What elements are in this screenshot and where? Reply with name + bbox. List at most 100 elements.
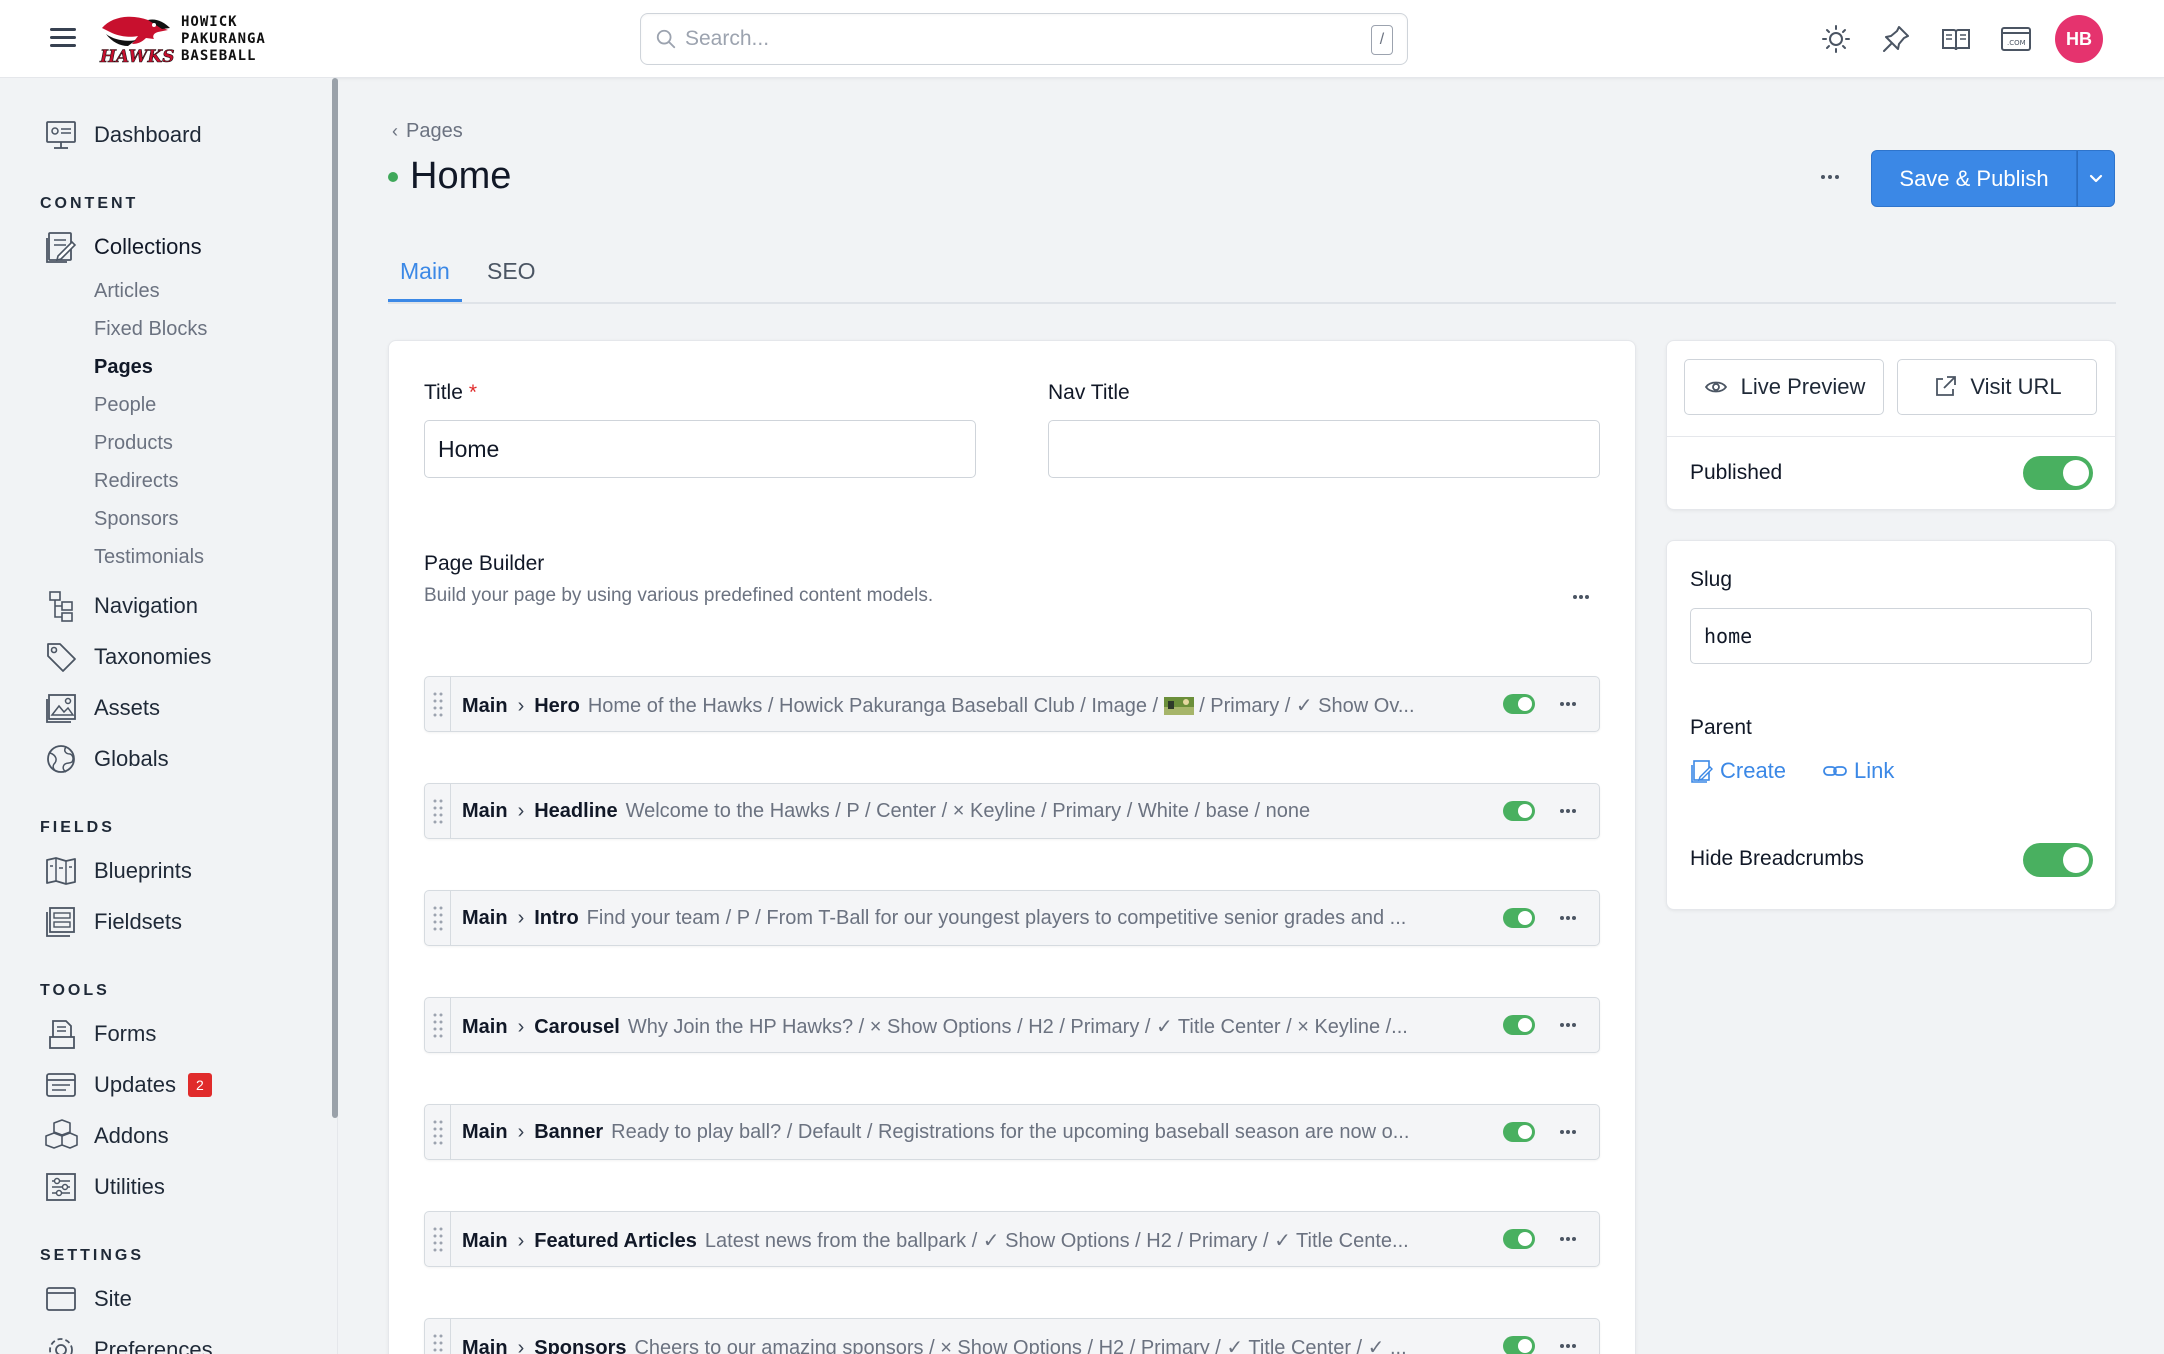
logo-wordmark: HOWICK PAKURANGA BASEBALL <box>181 14 266 64</box>
sidebar-subitem-testimonials[interactable]: Testimonials <box>94 546 204 569</box>
drag-handle-icon[interactable] <box>425 1319 451 1354</box>
more-actions-icon[interactable] <box>1810 160 1850 194</box>
set-more-icon[interactable] <box>1553 1119 1583 1145</box>
sidebar-item-collections[interactable]: Collections <box>44 227 202 267</box>
sidebar-item-blueprints[interactable]: Blueprints <box>44 851 192 891</box>
dashboard-icon <box>46 121 76 149</box>
docs-book-icon[interactable] <box>1939 22 1973 56</box>
section-title-content: CONTENT <box>40 195 139 212</box>
drag-handle-icon[interactable] <box>425 891 451 945</box>
sidebar-item-dashboard[interactable]: Dashboard <box>44 115 202 155</box>
search-input[interactable] <box>685 24 1285 54</box>
set-summary: Main › Banner Ready to play ball? / Default… <box>462 1121 1410 1143</box>
fieldsets-icon <box>46 907 75 937</box>
main-fields-card <box>388 340 1636 1354</box>
sidebar-item-globals[interactable]: Globals <box>44 739 169 779</box>
nav-title-input[interactable] <box>1048 420 1600 478</box>
breadcrumb-pages-link[interactable]: Pages <box>406 120 463 142</box>
set-enabled-toggle[interactable] <box>1503 1015 1535 1035</box>
sidebar-scrollbar[interactable] <box>332 78 338 1118</box>
drag-handle-icon[interactable] <box>425 998 451 1052</box>
published-toggle[interactable] <box>2023 456 2093 490</box>
save-publish-button[interactable]: Save & Publish <box>1871 150 2077 207</box>
required-marker: * <box>468 381 478 404</box>
sidebar-item-forms[interactable]: Forms <box>44 1014 156 1054</box>
updates-count-badge: 2 <box>187 1073 212 1097</box>
page-builder-more-icon[interactable] <box>1566 582 1596 612</box>
sidebar-item-updates[interactable]: Updates 2 <box>44 1065 212 1105</box>
slug-input[interactable] <box>1690 608 2092 664</box>
sidebar-item-preferences[interactable]: Preferences <box>44 1330 213 1354</box>
set-more-icon[interactable] <box>1553 1226 1583 1252</box>
title-input[interactable] <box>424 420 976 478</box>
section-title-settings: SETTINGS <box>40 1247 145 1264</box>
set-enabled-toggle[interactable] <box>1503 1122 1535 1142</box>
set-enabled-toggle[interactable] <box>1503 908 1535 928</box>
sidebar-subitem-people[interactable]: People <box>94 394 156 417</box>
tab-seo[interactable]: SEO <box>475 258 548 302</box>
sidebar-subitem-products[interactable]: Products <box>94 432 173 455</box>
sidebar-subitem-redirects[interactable]: Redirects <box>94 470 178 493</box>
set-summary: Main › Intro Find your team / P / From T-Ba… <box>462 907 1407 929</box>
sidebar-item-label: Fieldsets <box>94 909 183 934</box>
live-preview-button[interactable]: Live Preview <box>1684 359 1884 415</box>
sidebar-item-addons[interactable]: Addons <box>44 1116 169 1156</box>
set-enabled-toggle[interactable] <box>1503 1336 1535 1354</box>
publish-options-dropdown[interactable] <box>2077 150 2115 207</box>
site-com-icon[interactable]: .COM <box>1999 22 2033 56</box>
breadcrumb[interactable]: ‹ Pages <box>392 120 463 143</box>
drag-handle-icon[interactable] <box>425 1105 451 1159</box>
sidebar-item-assets[interactable]: Assets <box>44 688 160 728</box>
set-row-featured-articles[interactable]: Main › Featured Articles Latest news from t… <box>424 1211 1600 1267</box>
hide-breadcrumbs-toggle[interactable] <box>2023 843 2093 877</box>
tab-main[interactable]: Main <box>388 258 462 302</box>
set-more-icon[interactable] <box>1553 798 1583 824</box>
drag-handle-icon[interactable] <box>425 677 451 731</box>
hero-image-thumbnail <box>1163 697 1194 715</box>
set-row-intro[interactable]: Main › Intro Find your team / P / From T-Ba… <box>424 890 1600 946</box>
sidebar-item-label: Collections <box>94 234 202 259</box>
menu-toggle-icon[interactable] <box>50 28 76 50</box>
sidebar-item-navigation[interactable]: Navigation <box>44 586 198 626</box>
sidebar-subitem-sponsors[interactable]: Sponsors <box>94 508 179 531</box>
external-link-icon <box>1936 376 1957 396</box>
sidebar-item-taxonomies[interactable]: Taxonomies <box>44 637 211 677</box>
sun-icon[interactable] <box>1819 22 1853 56</box>
pin-icon[interactable] <box>1879 22 1913 56</box>
set-enabled-toggle[interactable] <box>1503 801 1535 821</box>
set-enabled-toggle[interactable] <box>1503 694 1535 714</box>
set-more-icon[interactable] <box>1553 1012 1583 1038</box>
set-row-banner[interactable]: Main › Banner Ready to play ball? / Default… <box>424 1104 1600 1160</box>
blueprint-map-icon <box>46 857 76 885</box>
set-more-icon[interactable] <box>1553 905 1583 931</box>
drag-handle-icon[interactable] <box>425 1212 451 1266</box>
global-search[interactable]: / <box>640 13 1408 65</box>
tab-bar: Main SEO <box>388 250 2116 304</box>
sidebar-subitem-fixed-blocks[interactable]: Fixed Blocks <box>94 318 207 341</box>
visit-url-button[interactable]: Visit URL <box>1897 359 2097 415</box>
set-row-hero[interactable]: Main › Hero Home of the Hawks / Howick Paku… <box>424 676 1600 732</box>
forms-icon <box>49 1020 75 1049</box>
chevron-left-icon: ‹ <box>392 121 398 141</box>
drag-handle-icon[interactable] <box>425 784 451 838</box>
parent-link-link[interactable]: Link <box>1822 758 1894 784</box>
set-more-icon[interactable] <box>1553 691 1583 717</box>
sidebar-subitem-articles[interactable]: Articles <box>94 280 160 303</box>
slug-label: Slug <box>1690 568 1733 591</box>
sidebar-item-utilities[interactable]: Utilities <box>44 1167 165 1207</box>
sidebar-item-site[interactable]: Site <box>44 1279 132 1319</box>
top-bar: HAWKS HOWICK PAKURANGA BASEBALL / .COM H… <box>0 0 2164 78</box>
set-row-sponsors[interactable]: Main › Sponsors Cheers to our amazing spons… <box>424 1318 1600 1354</box>
hide-breadcrumbs-label: Hide Breadcrumbs <box>1690 847 1864 870</box>
set-summary: Main › Sponsors Cheers to our amazing spons… <box>462 1337 1407 1354</box>
sidebar-item-fieldsets[interactable]: Fieldsets <box>44 902 182 942</box>
site-logo[interactable]: HAWKS HOWICK PAKURANGA BASEBALL <box>98 12 273 67</box>
set-row-headline[interactable]: Main › Headline Welcome to the Hawks / P / … <box>424 783 1600 839</box>
parent-create-link[interactable]: Create <box>1690 758 1786 784</box>
utilities-sliders-icon <box>46 1173 76 1201</box>
sidebar-subitem-pages[interactable]: Pages <box>94 356 153 379</box>
set-row-carousel[interactable]: Main › Carousel Why Join the HP Hawks? / × … <box>424 997 1600 1053</box>
set-enabled-toggle[interactable] <box>1503 1229 1535 1249</box>
user-avatar[interactable]: HB <box>2055 15 2103 63</box>
set-more-icon[interactable] <box>1553 1333 1583 1354</box>
